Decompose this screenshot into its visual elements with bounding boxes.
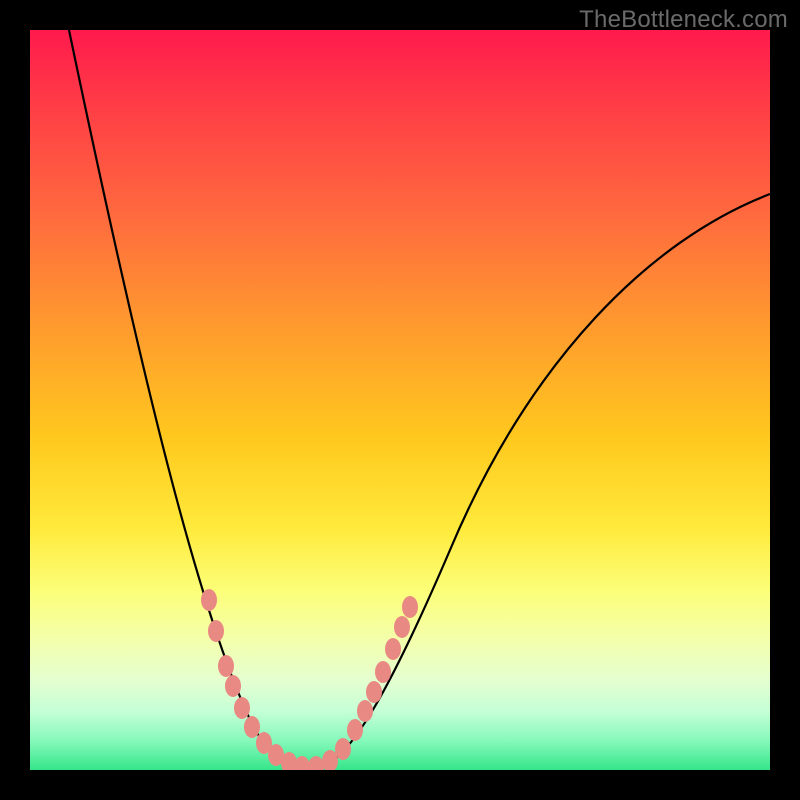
highlight-dot: [375, 661, 391, 683]
highlight-dot: [201, 589, 217, 611]
curve-layer: [30, 30, 770, 770]
highlight-dot: [357, 700, 373, 722]
highlight-dot: [225, 675, 241, 697]
highlight-dot: [385, 638, 401, 660]
highlight-dot: [234, 697, 250, 719]
highlight-dot: [347, 719, 363, 741]
highlight-dot: [366, 681, 382, 703]
highlight-dot: [308, 756, 324, 770]
highlight-dot: [402, 596, 418, 618]
highlight-dot: [208, 620, 224, 642]
highlight-dot: [394, 616, 410, 638]
chart-frame: TheBottleneck.com: [0, 0, 800, 800]
highlight-dot: [244, 716, 260, 738]
highlight-dot: [218, 655, 234, 677]
highlight-dots: [201, 589, 418, 770]
highlight-dot: [294, 756, 310, 770]
highlight-dot: [335, 738, 351, 760]
bottleneck-curve: [69, 30, 770, 768]
